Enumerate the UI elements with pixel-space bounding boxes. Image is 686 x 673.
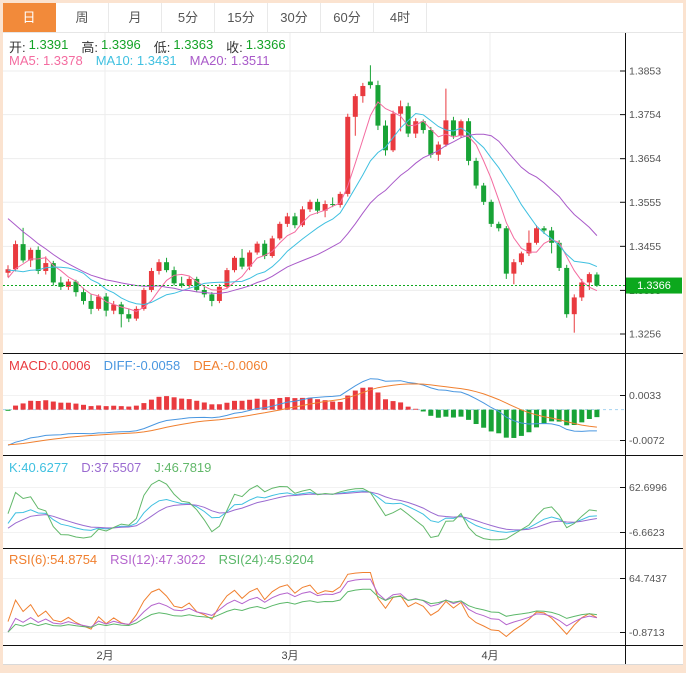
k-value: K:40.6277 — [9, 460, 68, 475]
rsi6-value: RSI(6):54.8754 — [9, 552, 97, 567]
svg-text:0.0033: 0.0033 — [629, 390, 661, 402]
macd-value: MACD:0.0006 — [9, 358, 91, 373]
time-axis: 2月 3月 4月 — [96, 650, 498, 662]
period-tab-bar: 日 周 月 5分 15分 30分 60分 4时 — [3, 3, 683, 33]
svg-text:1.3754: 1.3754 — [629, 109, 661, 121]
rsi24-value: RSI(24):45.9204 — [219, 552, 314, 567]
svg-text:-6.6623: -6.6623 — [629, 527, 665, 539]
ma-readout: MA5: 1.3378 MA10: 1.3431 MA20: 1.3511 — [9, 53, 270, 68]
svg-text:-0.0072: -0.0072 — [629, 435, 665, 447]
ma20-value: MA20: 1.3511 — [190, 53, 270, 68]
trading-chart-app: 1.38531.37541.36541.35551.34551.33551.32… — [0, 0, 686, 673]
svg-text:4月: 4月 — [481, 650, 498, 662]
j-value: J:46.7819 — [154, 460, 211, 475]
tab-day[interactable]: 日 — [3, 3, 56, 32]
rsi-readout: RSI(6):54.8754 RSI(12):47.3022 RSI(24):4… — [9, 552, 314, 567]
tab-15min[interactable]: 15分 — [215, 3, 268, 32]
svg-text:64.7437: 64.7437 — [629, 573, 667, 585]
d-value: D:37.5507 — [81, 460, 141, 475]
svg-text:1.3256: 1.3256 — [629, 329, 661, 341]
tab-60min[interactable]: 60分 — [321, 3, 374, 32]
rsi-layer — [8, 573, 597, 637]
tab-week[interactable]: 周 — [56, 3, 109, 32]
dea-value: DEA:-0.0060 — [193, 358, 267, 373]
svg-text:1.3555: 1.3555 — [629, 197, 661, 209]
diff-value: DIFF:-0.0058 — [104, 358, 181, 373]
tab-5min[interactable]: 5分 — [162, 3, 215, 32]
svg-text:1.3853: 1.3853 — [629, 66, 661, 78]
macd-readout: MACD:0.0006 DIFF:-0.0058 DEA:-0.0060 — [9, 358, 268, 373]
macd-layer — [6, 379, 600, 446]
svg-text:62.6996: 62.6996 — [629, 482, 667, 494]
candles-layer — [6, 65, 600, 332]
price-badge-text: 1.3366 — [637, 280, 671, 292]
rsi12-value: RSI(12):47.3022 — [110, 552, 205, 567]
svg-text:2月: 2月 — [96, 650, 113, 662]
ma10-value: MA10: 1.3431 — [96, 53, 177, 68]
chart-canvas: 1.38531.37541.36541.35551.34551.33551.32… — [0, 0, 686, 673]
svg-text:1.3654: 1.3654 — [629, 153, 661, 165]
axis-labels: 1.38531.37541.36541.35551.34551.33551.32… — [629, 66, 667, 640]
tab-4hour[interactable]: 4时 — [374, 3, 427, 32]
svg-text:-0.8713: -0.8713 — [629, 627, 665, 639]
svg-text:3月: 3月 — [281, 650, 298, 662]
svg-text:1.3455: 1.3455 — [629, 241, 661, 253]
kdj-readout: K:40.6277 D:37.5507 J:46.7819 — [9, 460, 211, 475]
kdj-layer — [8, 480, 597, 540]
ma5-value: MA5: 1.3378 — [9, 53, 83, 68]
tab-month[interactable]: 月 — [109, 3, 162, 32]
tab-30min[interactable]: 30分 — [268, 3, 321, 32]
